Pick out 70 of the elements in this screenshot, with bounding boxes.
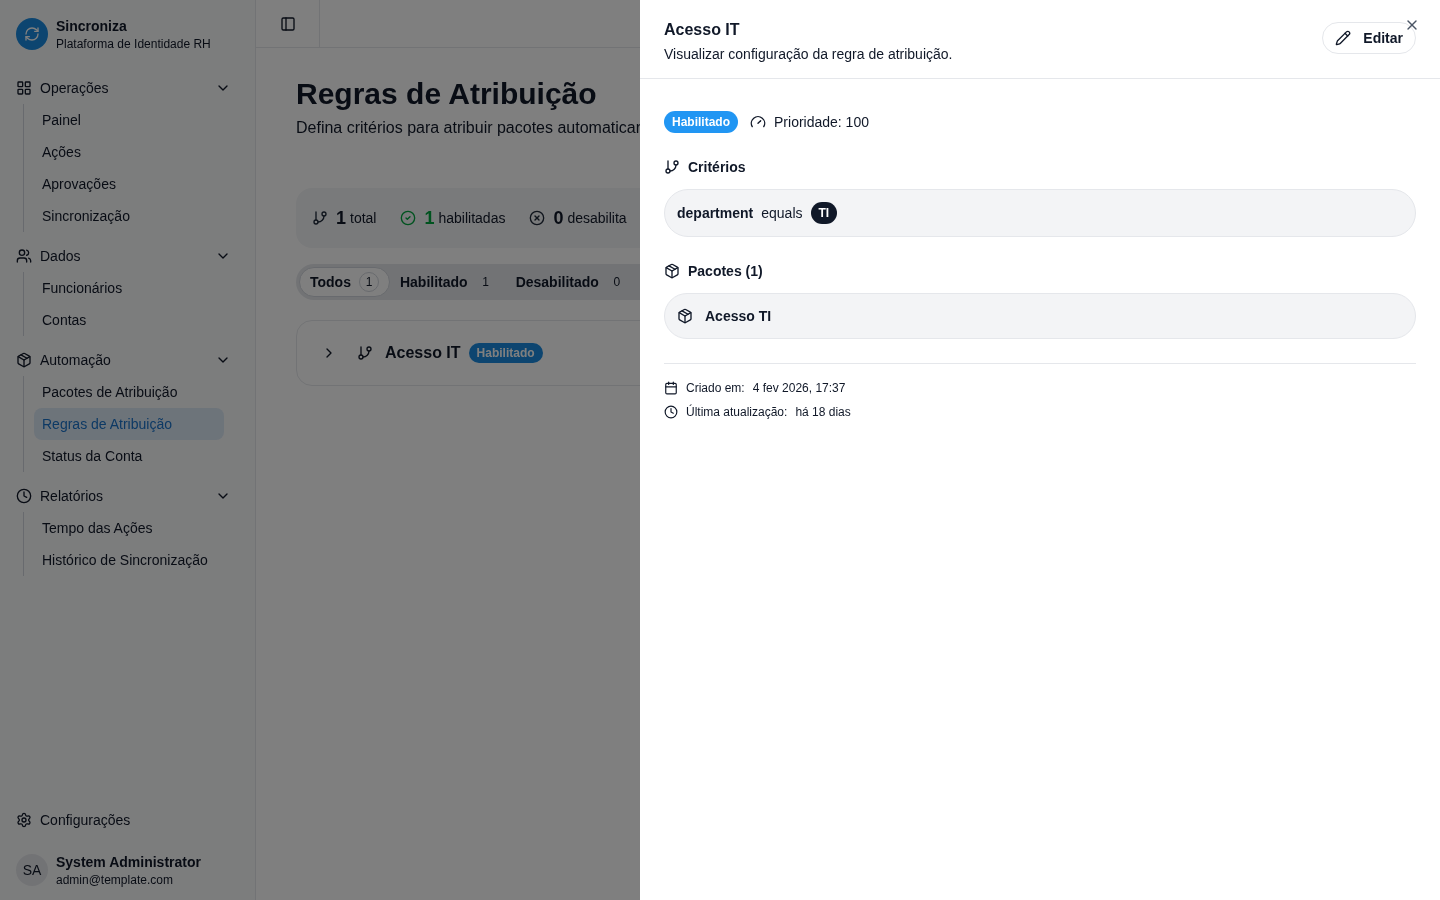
package-icon: [677, 308, 693, 324]
criteria-field: department: [677, 203, 754, 223]
settings-link[interactable]: Configurações: [16, 804, 239, 836]
section-heading: Pacotes (1): [688, 262, 763, 281]
group-label: Operações: [40, 79, 110, 98]
app-subtitle: Plataforma de Identidade RH: [56, 36, 211, 52]
sidebar-item[interactable]: Tempo das Ações: [34, 512, 224, 544]
users-icon: [16, 248, 32, 264]
meta-value: há 18 dias: [795, 404, 851, 420]
sidebar-group[interactable]: Relatórios: [16, 480, 239, 512]
sidebar-item[interactable]: Aprovações: [34, 168, 224, 200]
grid-icon: [16, 80, 32, 96]
stat-label: habilitadas: [438, 209, 506, 228]
package-icon: [664, 263, 680, 279]
page-subtitle: Defina critérios para atribuir pacotes automaticar: [296, 118, 640, 138]
sheet-title: Acesso IT: [664, 20, 741, 40]
user-avatar: SA: [16, 854, 48, 886]
sidebar-item[interactable]: Pacotes de Atribuição: [34, 376, 224, 408]
group-label: Dados: [40, 247, 82, 266]
group-label: Automação: [40, 351, 112, 370]
rule-name: Acesso IT: [385, 343, 461, 363]
sidebar-item[interactable]: Regras de Atribuição: [34, 408, 224, 440]
stat-value: 1: [336, 207, 346, 230]
stat-icon: [312, 210, 328, 226]
meta-label: Última atualização:: [686, 404, 788, 420]
logo-icon: [16, 18, 48, 50]
stat-value: 1: [424, 207, 435, 230]
clock-icon: [16, 488, 32, 504]
gear-icon: [16, 812, 32, 828]
filter-tab[interactable]: Habilitado 1: [389, 267, 506, 297]
sidebar-item[interactable]: Funcionários: [34, 272, 224, 304]
sidebar-item[interactable]: Histórico de Sincronização: [34, 544, 224, 576]
user-name: System Administrator: [56, 853, 201, 872]
stat-icon: [529, 210, 546, 226]
app-name: Sincroniza: [56, 17, 128, 36]
stat-value: 0: [553, 207, 564, 230]
sidebar-item[interactable]: Contas: [34, 304, 224, 336]
branch-icon: [664, 159, 680, 175]
sidebar-item[interactable]: Painel: [34, 104, 224, 136]
branch-icon: [357, 345, 373, 361]
sidebar-group[interactable]: Dados: [16, 240, 239, 272]
gauge-icon: [750, 114, 766, 130]
page-title: Regras de Atribuição: [296, 76, 598, 112]
filter-tab[interactable]: Desabilitado 0: [505, 267, 637, 297]
priority-label: Prioridade: 100: [774, 113, 869, 132]
stat-icon: [400, 210, 417, 226]
stat-label: desabilita: [567, 209, 627, 228]
filter-tab[interactable]: Todos 1: [299, 267, 390, 297]
criteria-value: TI: [810, 202, 838, 224]
criteria-operator: equals: [761, 204, 803, 223]
stat-label: total: [350, 209, 377, 228]
sidebar-item[interactable]: Status da Conta: [34, 440, 224, 472]
calendar-icon: [664, 381, 678, 395]
sheet-description: Visualizar configuração da regra de atribuição.: [664, 45, 953, 64]
sidebar-item[interactable]: Sincronização: [34, 200, 224, 232]
sidebar-group[interactable]: Automação: [16, 344, 239, 376]
sidebar-toggle-icon[interactable]: [279, 15, 296, 32]
section-heading: Critérios: [688, 158, 746, 177]
status-badge: Habilitado: [664, 111, 738, 133]
user-email: admin@template.com: [56, 872, 174, 888]
clock-icon: [664, 405, 678, 419]
sidebar-group[interactable]: Operações: [16, 72, 239, 104]
sidebar-item[interactable]: Ações: [34, 136, 224, 168]
pencil-icon: [1335, 30, 1352, 46]
meta-value: 4 fev 2026, 17:37: [752, 380, 846, 396]
package-name: Acesso TI: [705, 307, 772, 326]
status-badge: Habilitado: [468, 343, 543, 363]
package-icon: [16, 352, 32, 368]
group-label: Relatórios: [40, 487, 105, 506]
meta-label: Criado em:: [686, 380, 745, 396]
